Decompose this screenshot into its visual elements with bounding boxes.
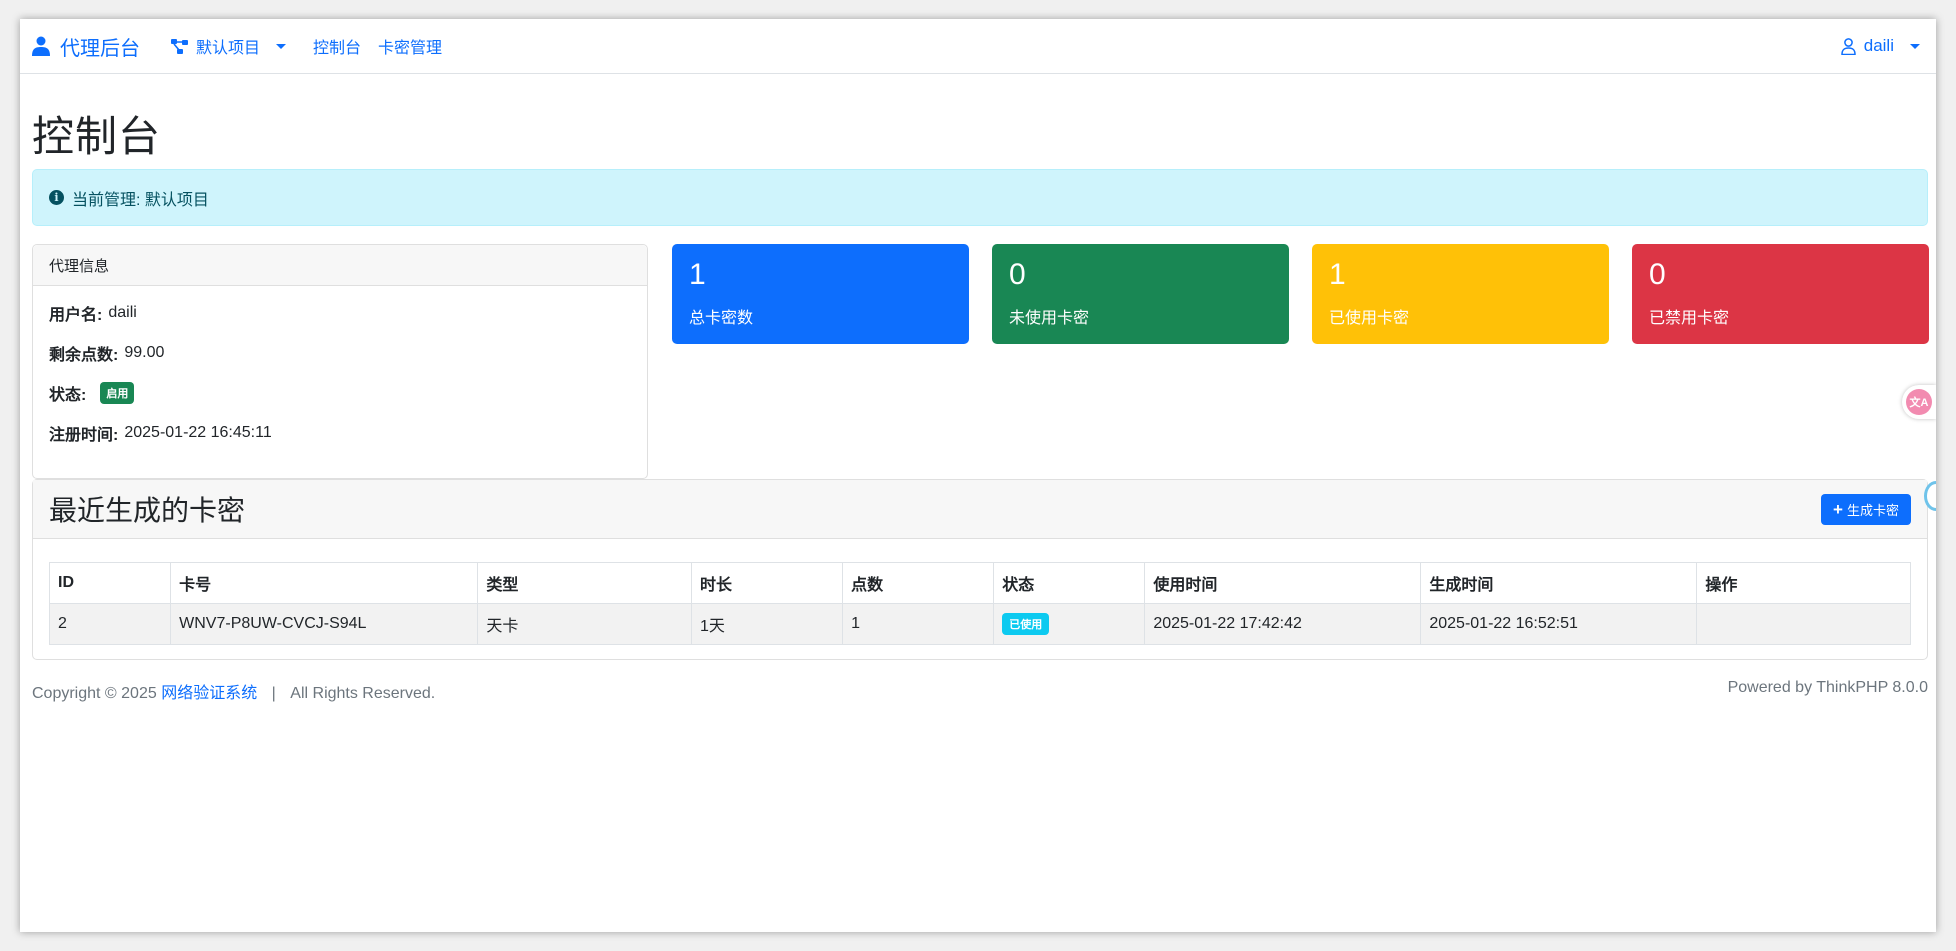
status-badge: 启用	[100, 382, 135, 404]
recent-cards-header: 最近生成的卡密 + 生成卡密	[33, 480, 1927, 539]
stat-card-used: 1 已使用卡密	[1312, 244, 1609, 344]
stat-label: 未使用卡密	[1009, 310, 1090, 327]
points-label: 剩余点数:	[49, 347, 119, 364]
current-project-alert: i 当前管理: 默认项目	[32, 169, 1928, 226]
table-row: 2 WNV7-P8UW-CVCJ-S94L 天卡 1天 1 已使用 2025-0…	[48, 603, 1911, 645]
info-row-status: 状态: 启用	[49, 381, 135, 405]
registered-label: 注册时间:	[49, 427, 119, 444]
top-navbar: 代理后台 默认项目 控制台 卡密管理 daili	[20, 19, 1936, 74]
plus-icon: +	[1833, 500, 1843, 519]
column-header-status: 状态	[993, 562, 1146, 604]
info-icon: i	[49, 190, 64, 205]
status-badge: 已使用	[1002, 613, 1050, 635]
stat-label: 已使用卡密	[1329, 310, 1410, 327]
translate-widget[interactable]: 文A	[1902, 385, 1936, 419]
column-header-actions: 操作	[1696, 562, 1911, 604]
agent-info-card: 代理信息 用户名: daili 剩余点数: 99.00 状态: 启用 注册时间:…	[32, 244, 648, 479]
footer-separator: |	[271, 685, 276, 702]
username-label: 用户名:	[49, 307, 103, 324]
info-row-points: 剩余点数: 99.00	[49, 341, 164, 365]
status-label: 状态:	[49, 387, 87, 404]
table-header-row: ID 卡号 类型 时长 点数 状态 使用时间 生成时间 操作	[48, 562, 1911, 604]
chevron-down-icon	[276, 44, 287, 49]
stat-card-total: 1 总卡密数	[672, 244, 969, 344]
user-dropdown[interactable]: daili	[1840, 36, 1920, 56]
alert-text: 当前管理: 默认项目	[72, 191, 209, 209]
cell-duration: 1天	[690, 603, 844, 645]
stat-card-unused: 0 未使用卡密	[992, 244, 1289, 344]
agent-info-header: 代理信息	[33, 245, 647, 286]
column-header-type: 类型	[477, 562, 692, 604]
nav-link-dashboard[interactable]: 控制台	[313, 34, 361, 58]
points-value: 99.00	[124, 344, 165, 361]
stat-value: 0	[1649, 258, 1666, 291]
column-header-id: ID	[48, 562, 172, 604]
generate-card-label: 生成卡密	[1846, 503, 1899, 518]
stat-label: 总卡密数	[689, 310, 754, 327]
chevron-down-icon	[1910, 44, 1920, 49]
brand-text: 代理后台	[60, 37, 140, 60]
project-tree-icon	[171, 38, 188, 54]
column-header-used-at: 使用时间	[1144, 562, 1422, 604]
generate-card-button[interactable]: + 生成卡密	[1821, 494, 1911, 525]
cell-status: 已使用	[993, 603, 1146, 645]
footer-copyright: Copyright © 2025 网络验证系统 | All Rights Res…	[32, 679, 435, 703]
column-header-card: 卡号	[170, 562, 479, 604]
username-value: daili	[108, 304, 137, 321]
cell-used-at: 2025-01-22 17:42:42	[1144, 603, 1422, 645]
footer-powered-by: Powered by ThinkPHP 8.0.0	[1727, 679, 1928, 696]
recent-cards-panel: 最近生成的卡密 + 生成卡密 ID 卡号 类型 时长 点数 状态 使用时间 生成…	[32, 479, 1928, 660]
copyright-text: Copyright © 2025	[32, 685, 157, 702]
footer-rights: All Rights Reserved.	[290, 685, 436, 702]
footer-site-link[interactable]: 网络验证系统	[161, 685, 257, 702]
cell-type: 天卡	[477, 603, 692, 645]
stat-value: 0	[1009, 258, 1026, 291]
stat-label: 已禁用卡密	[1649, 310, 1730, 327]
project-dropdown[interactable]: 默认项目	[171, 34, 287, 58]
cell-actions	[1696, 603, 1911, 645]
page-title: 控制台	[32, 113, 162, 160]
info-row-registered: 注册时间: 2025-01-22 16:45:11	[49, 421, 272, 445]
agent-user-icon	[32, 36, 50, 56]
stat-value: 1	[689, 258, 706, 291]
user-icon	[1840, 37, 1856, 55]
recent-cards-table: ID 卡号 类型 时长 点数 状态 使用时间 生成时间 操作 2 WNV7-P8…	[48, 562, 1911, 645]
page: 代理后台 默认项目 控制台 卡密管理 daili 控制台 i 当前管理: 默认项…	[20, 19, 1936, 932]
stat-value: 1	[1329, 258, 1346, 291]
user-name: daili	[1863, 36, 1894, 55]
column-header-created-at: 生成时间	[1420, 562, 1698, 604]
cell-points: 1	[842, 603, 995, 645]
info-row-username: 用户名: daili	[49, 301, 137, 325]
translate-icon: 文A	[1906, 389, 1932, 415]
column-header-duration: 时长	[690, 562, 844, 604]
column-header-points: 点数	[842, 562, 995, 604]
cell-created-at: 2025-01-22 16:52:51	[1420, 603, 1698, 645]
registered-value: 2025-01-22 16:45:11	[124, 424, 272, 441]
cell-id: 2	[48, 603, 172, 645]
brand[interactable]: 代理后台	[32, 32, 140, 61]
cell-card: WNV7-P8UW-CVCJ-S94L	[170, 603, 479, 645]
nav-link-card-management[interactable]: 卡密管理	[378, 34, 442, 58]
project-dropdown-label: 默认项目	[196, 40, 261, 57]
recent-cards-title: 最近生成的卡密	[49, 495, 246, 526]
stat-card-disabled: 0 已禁用卡密	[1632, 244, 1929, 344]
